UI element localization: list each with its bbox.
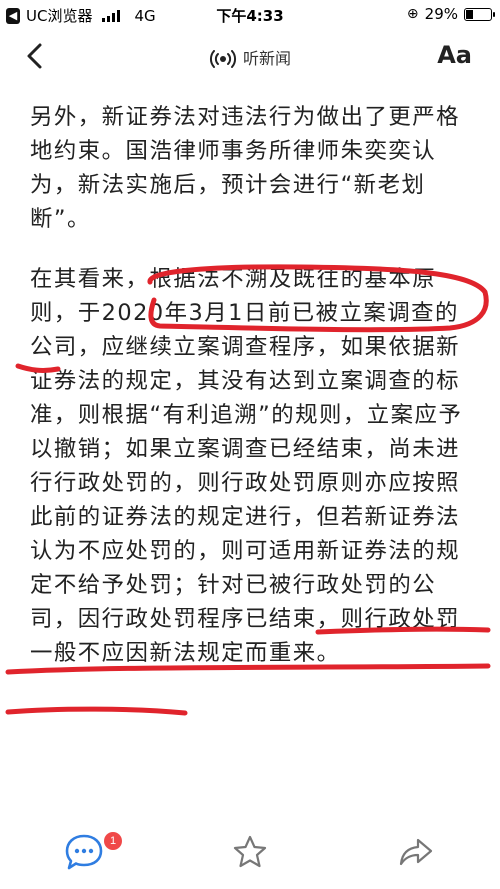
comment-count-badge: 1	[104, 832, 122, 850]
comment-button[interactable]	[64, 830, 104, 874]
article-paragraph-2: 在其看来，根据法不溯及既往的基本原则，于2020年3月1日前已被立案调查的公司，…	[30, 266, 463, 666]
share-arrow-icon	[399, 838, 433, 866]
comment-bubble-icon	[65, 834, 103, 870]
listen-news-button[interactable]: 听新闻	[0, 45, 500, 69]
favorite-button[interactable]	[232, 834, 268, 870]
star-icon	[233, 835, 267, 868]
orientation-lock-icon: ⊕	[406, 6, 419, 22]
article-body: 另外，新证券法对违法行为做出了更严格地约束。国浩律师事务所律师朱奕奕认为，新法实…	[30, 100, 480, 696]
nav-bar: 听新闻 Aa	[0, 32, 500, 80]
annotation-underline-no-penalty	[5, 706, 188, 716]
status-bar: ◀ UC浏览器 4G 下午4:33 ⊕ 29%	[0, 0, 500, 30]
article-paragraph-1: 另外，新证券法对违法行为做出了更严格地约束。国浩律师事务所律师朱奕奕认为，新法实…	[30, 104, 461, 232]
battery-level	[466, 9, 473, 19]
status-right: ⊕ 29%	[406, 5, 495, 23]
battery-percent: 29%	[424, 5, 458, 23]
nav-title: 听新闻	[242, 49, 291, 68]
radio-broadcast-icon	[209, 50, 236, 68]
font-size-button[interactable]: Aa	[437, 41, 472, 69]
battery-icon	[464, 7, 495, 21]
bottom-action-bar: 1	[0, 830, 500, 889]
share-button[interactable]	[398, 834, 434, 870]
